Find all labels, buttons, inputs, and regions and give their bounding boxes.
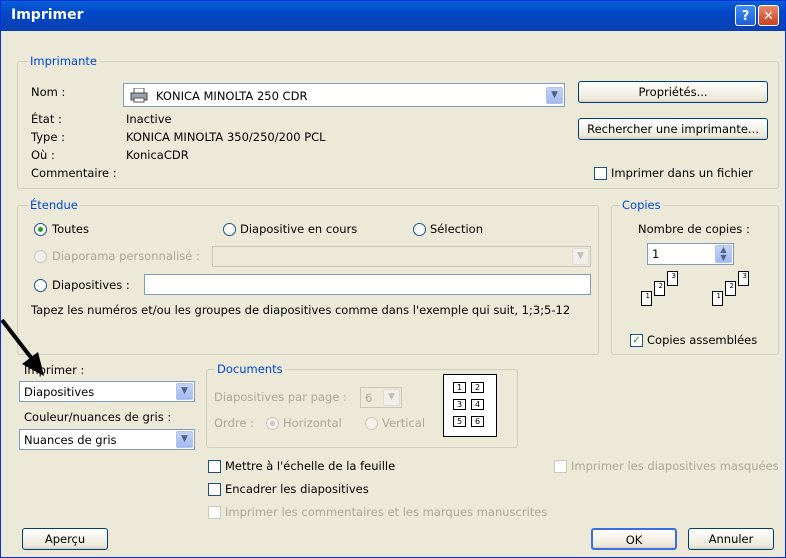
- frame-slides-label[interactable]: Encadrer les diapositives: [225, 482, 369, 496]
- collate-page: 3: [738, 271, 749, 286]
- radio-horizontal: [266, 417, 279, 430]
- printer-icon: [130, 87, 148, 106]
- preview-cell: 6: [471, 416, 484, 427]
- print-dialog: Imprimer ? ✕ Imprimante Nom : KONICA MIN…: [0, 0, 786, 558]
- close-button[interactable]: ✕: [758, 5, 779, 26]
- print-what-value: Diapositives: [24, 385, 95, 399]
- copies-count-value: 1: [652, 247, 660, 261]
- radio-all-label[interactable]: Toutes: [52, 222, 89, 236]
- collate-label[interactable]: Copies assemblées: [647, 333, 757, 347]
- printer-name-label: Nom :: [31, 85, 66, 99]
- print-comments-label: Imprimer les commentaires et les marques…: [225, 505, 548, 519]
- arrow-pointer-icon: [0, 318, 50, 380]
- where-value: KonicaCDR: [126, 148, 189, 162]
- radio-vertical-label: Vertical: [382, 416, 426, 430]
- print-hidden-checkbox: [554, 460, 567, 473]
- radio-slides[interactable]: [34, 279, 47, 292]
- chevron-down-icon[interactable]: ▼: [176, 431, 193, 448]
- where-label: Où :: [31, 148, 55, 162]
- collate-page: 2: [654, 281, 665, 296]
- find-printer-button[interactable]: Rechercher une imprimante...: [578, 118, 768, 140]
- collate-page: 1: [641, 291, 652, 306]
- collate-page: 1: [712, 291, 723, 306]
- chevron-down-icon: ▼: [383, 389, 400, 406]
- radio-custom-show: [34, 250, 47, 263]
- print-hidden-label: Imprimer les diapositives masquées: [571, 459, 779, 473]
- printer-group-legend: Imprimante: [28, 54, 99, 68]
- per-page-value: 6: [365, 391, 373, 405]
- type-label: Type :: [31, 130, 65, 144]
- custom-show-select: ▼: [212, 246, 591, 267]
- radio-slides-label[interactable]: Diapositives :: [52, 278, 130, 292]
- help-button[interactable]: ?: [735, 5, 756, 26]
- per-page-label: Diapositives par page :: [214, 390, 347, 404]
- preview-button[interactable]: Aperçu: [22, 528, 108, 550]
- preview-cell: 5: [453, 416, 466, 427]
- color-select[interactable]: Nuances de gris ▼: [19, 429, 195, 450]
- per-page-select: 6 ▼: [360, 387, 402, 408]
- comment-label: Commentaire :: [31, 166, 117, 180]
- radio-custom-show-label: Diaporama personnalisé :: [52, 249, 200, 263]
- radio-current-slide-label[interactable]: Diapositive en cours: [240, 222, 357, 236]
- chevron-down-icon[interactable]: ▼: [176, 383, 193, 400]
- radio-horizontal-label: Horizontal: [283, 416, 342, 430]
- preview-cell: 2: [471, 382, 484, 393]
- collate-page: 3: [667, 271, 678, 286]
- scale-to-fit-label[interactable]: Mettre à l'échelle de la feuille: [225, 459, 395, 473]
- radio-selection[interactable]: [413, 223, 426, 236]
- printer-name-value: KONICA MINOLTA 250 CDR: [156, 89, 308, 103]
- print-comments-checkbox: [208, 506, 221, 519]
- radio-selection-label[interactable]: Sélection: [430, 222, 483, 236]
- type-value: KONICA MINOLTA 350/250/200 PCL: [126, 130, 326, 144]
- ok-button[interactable]: OK: [591, 528, 677, 550]
- color-label: Couleur/nuances de gris :: [24, 410, 172, 424]
- status-label: État :: [31, 112, 62, 126]
- radio-all[interactable]: [34, 223, 47, 236]
- range-group-legend: Étendue: [28, 198, 80, 212]
- status-value: Inactive: [126, 112, 172, 126]
- order-label: Ordre :: [214, 416, 254, 430]
- radio-current-slide[interactable]: [223, 223, 236, 236]
- preview-cell: 3: [453, 399, 466, 410]
- dialog-title: Imprimer: [11, 7, 84, 23]
- properties-button[interactable]: Propriétés...: [578, 81, 768, 103]
- print-to-file-checkbox[interactable]: [594, 167, 607, 180]
- collate-illustration-icon: 3 2 1 3 2 1: [641, 271, 761, 321]
- print-to-file-label[interactable]: Imprimer dans un fichier: [611, 166, 753, 180]
- title-bar[interactable]: Imprimer ? ✕: [1, 1, 785, 31]
- spin-updown-icon[interactable]: ▲ ▼: [715, 245, 732, 263]
- radio-vertical: [365, 417, 378, 430]
- slides-input[interactable]: [144, 274, 591, 295]
- handouts-group-legend: Documents: [215, 362, 285, 376]
- print-what-select[interactable]: Diapositives ▼: [19, 381, 195, 402]
- color-value: Nuances de gris: [24, 433, 117, 447]
- collate-checkbox[interactable]: ✓: [630, 334, 643, 347]
- preview-cell: 1: [453, 382, 466, 393]
- chevron-down-icon: ▼: [572, 248, 589, 265]
- preview-cell: 4: [471, 399, 484, 410]
- printer-name-select[interactable]: KONICA MINOLTA 250 CDR ▼: [123, 83, 565, 107]
- collate-page: 2: [725, 281, 736, 296]
- scale-to-fit-checkbox[interactable]: [208, 460, 221, 473]
- frame-slides-checkbox[interactable]: [208, 483, 221, 496]
- handout-preview-icon: 1 2 3 4 5 6: [443, 374, 497, 437]
- chevron-down-icon[interactable]: ▼: [546, 87, 563, 104]
- cancel-button[interactable]: Annuler: [688, 528, 774, 550]
- copies-count-input[interactable]: 1 ▲ ▼: [647, 243, 734, 265]
- copies-count-label: Nombre de copies :: [638, 222, 750, 236]
- slides-hint: Tapez les numéros et/ou les groupes de d…: [31, 303, 571, 317]
- copies-group-legend: Copies: [620, 198, 663, 212]
